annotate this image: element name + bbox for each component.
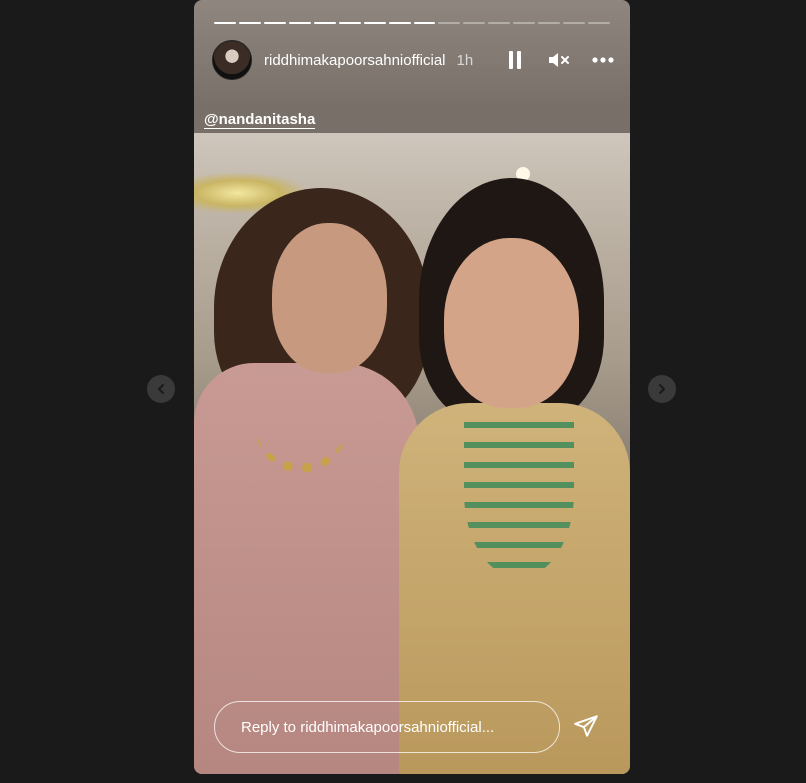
progress-segment: [313, 22, 336, 24]
more-options-button[interactable]: [590, 47, 616, 73]
progress-segment: [413, 22, 436, 24]
pause-button[interactable]: [502, 47, 528, 73]
mute-button[interactable]: [546, 47, 572, 73]
username[interactable]: riddhimakapoorsahniofficial: [264, 52, 446, 69]
progress-segment: [238, 22, 261, 24]
send-button[interactable]: [571, 711, 601, 741]
progress-segment: [263, 22, 286, 24]
mention-tag[interactable]: @nandanitasha: [204, 112, 316, 129]
progress-segment: [214, 22, 236, 24]
post-time: 1h: [456, 51, 474, 69]
progress-segment: [288, 22, 311, 24]
muted-speaker-icon: [549, 53, 569, 67]
story-photo: [194, 133, 630, 774]
story-progress-bar: [214, 22, 610, 25]
story-viewer: riddhimakapoorsahniofficial 1h @nandanit…: [194, 0, 630, 774]
right-person-necklace: [464, 408, 574, 578]
progress-segment: [338, 22, 361, 24]
progress-segment: [463, 22, 486, 24]
previous-story-button[interactable]: [147, 375, 175, 403]
reply-field-container[interactable]: [214, 701, 560, 753]
story-header: riddhimakapoorsahniofficial 1h: [212, 40, 616, 80]
next-story-button[interactable]: [648, 375, 676, 403]
progress-segment: [513, 22, 536, 24]
progress-segment: [388, 22, 411, 24]
progress-segment: [538, 22, 561, 24]
chevron-left-icon: [158, 384, 164, 394]
pause-icon: [509, 51, 521, 69]
reply-input[interactable]: [239, 717, 543, 737]
progress-segment: [438, 22, 461, 24]
chevron-right-icon: [659, 384, 665, 394]
more-options-icon: [592, 57, 614, 63]
send-icon: [574, 715, 598, 737]
progress-segment: [363, 22, 386, 24]
progress-segment: [563, 22, 586, 24]
progress-segment: [488, 22, 511, 24]
left-person-face: [272, 223, 387, 373]
progress-segment: [588, 22, 610, 24]
avatar[interactable]: [212, 40, 252, 80]
right-person-face: [444, 238, 579, 408]
left-person-necklace: [256, 383, 346, 473]
